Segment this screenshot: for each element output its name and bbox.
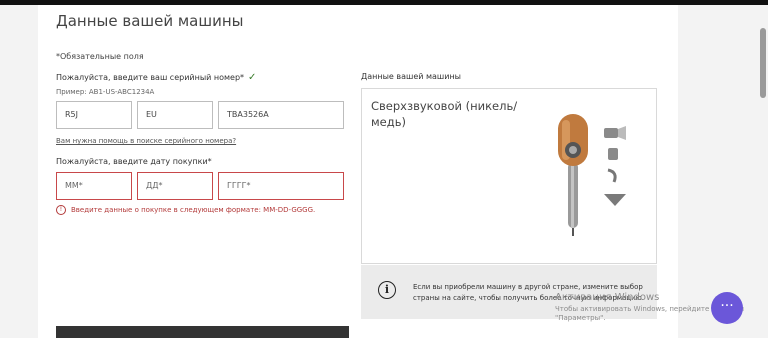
section-title: Данные вашей машины	[56, 12, 244, 30]
serial-label-text: Пожалуйста, введите ваш серийный номер*	[56, 73, 245, 82]
serial-help-link[interactable]: Вам нужна помощь в поиске серийного номе…	[56, 137, 236, 145]
serial-label: Пожалуйста, введите ваш серийный номер* ✓	[56, 72, 256, 83]
model-name: Сверхзвуковой (никель/медь)	[371, 99, 518, 129]
error-icon: !	[56, 205, 66, 215]
serial-part2-input[interactable]: EU	[137, 101, 213, 129]
serial-example: Пример: AB1-US-ABC1234A	[56, 88, 155, 96]
day-input[interactable]: ДД*	[137, 172, 213, 200]
date-error-text: Введите данные о покупке в следующем фор…	[71, 206, 316, 214]
serial-part3-input[interactable]: TBA3526A	[218, 101, 344, 129]
machine-panel-label: Данные вашей машины	[361, 72, 461, 81]
month-input[interactable]: ММ*	[56, 172, 132, 200]
submit-button[interactable]	[56, 326, 349, 338]
required-note: *Обязательные поля	[56, 52, 144, 61]
check-icon: ✓	[248, 72, 257, 83]
scrollbar[interactable]	[760, 28, 766, 98]
more-dots-icon: ···	[720, 298, 734, 314]
date-error: ! Введите данные о покупке в следующем ф…	[56, 205, 315, 215]
chat-button[interactable]: ···	[711, 292, 743, 324]
year-input[interactable]: ГГГГ*	[218, 172, 344, 200]
hair-dryer-image	[558, 114, 626, 236]
serial-part1-input[interactable]: R5J	[56, 101, 132, 129]
purchase-date-label: Пожалуйста, введите дату покупки*	[56, 157, 212, 166]
info-icon: i	[378, 281, 396, 299]
